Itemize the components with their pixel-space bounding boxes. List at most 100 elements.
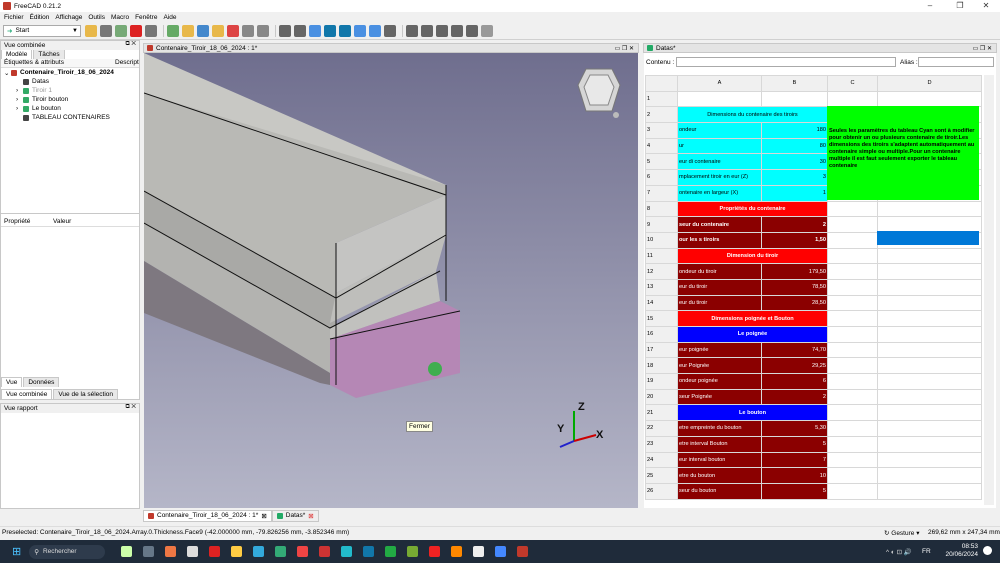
toolbar-icon[interactable]: [115, 24, 127, 37]
alias-input[interactable]: [918, 57, 994, 67]
app-icon[interactable]: [341, 546, 353, 557]
cell[interactable]: [877, 278, 982, 296]
tree-item[interactable]: TABLEAU CONTENAIRES: [1, 113, 139, 122]
menu-item[interactable]: Fichier: [4, 14, 24, 21]
tab-vue-combinee[interactable]: Vue combinée: [1, 389, 53, 399]
cell[interactable]: ontenaire en largeur (X): [677, 184, 762, 202]
cell[interactable]: 2: [761, 388, 828, 406]
menu-item[interactable]: Outils: [88, 14, 105, 21]
navigation-cube[interactable]: [576, 61, 622, 119]
cell[interactable]: ondeur: [677, 122, 762, 139]
cell[interactable]: 2: [761, 216, 828, 233]
app-icon[interactable]: [407, 546, 419, 557]
windows-start-icon[interactable]: ⊞: [12, 545, 21, 558]
cell[interactable]: [827, 216, 878, 233]
cell[interactable]: ur: [677, 137, 762, 155]
row-header[interactable]: 12: [645, 263, 678, 280]
cell[interactable]: [827, 357, 878, 375]
column-header[interactable]: D: [877, 75, 982, 92]
cell[interactable]: [827, 482, 878, 500]
cell[interactable]: 7: [761, 451, 828, 469]
tree-item[interactable]: ⌄ Contenaire_Tiroir_18_06_2024: [1, 68, 139, 77]
toolbar-icon[interactable]: [339, 24, 351, 37]
cell[interactable]: [827, 341, 878, 359]
cell[interactable]: [877, 388, 982, 406]
column-header[interactable]: B: [761, 75, 828, 92]
cell[interactable]: [877, 357, 982, 375]
cell[interactable]: etre empreinte du bouton: [677, 420, 762, 437]
cell[interactable]: 29,25: [761, 357, 828, 375]
cell[interactable]: 30: [761, 153, 828, 171]
cell[interactable]: mplacement tiroir en eur (Z): [677, 169, 762, 186]
close-icon[interactable]: ✕: [972, 0, 1000, 12]
tab-taches[interactable]: Tâches: [33, 49, 65, 59]
toolbar-icon[interactable]: [406, 24, 418, 37]
cell[interactable]: 5: [761, 435, 828, 453]
cell[interactable]: [827, 294, 878, 312]
row-header[interactable]: 14: [645, 294, 678, 312]
cell[interactable]: 180: [761, 122, 828, 139]
row-header[interactable]: 10: [645, 231, 678, 249]
column-header[interactable]: A: [677, 75, 762, 92]
toolbar-icon[interactable]: [421, 24, 433, 37]
excel-icon[interactable]: [385, 546, 397, 557]
contenu-input[interactable]: [676, 57, 896, 67]
3d-viewport[interactable]: Fermer Z Y X: [144, 53, 638, 508]
navigation-style[interactable]: ↻ Gesture ▾: [884, 529, 919, 537]
cell[interactable]: [877, 90, 982, 108]
toolbar-icon[interactable]: [130, 24, 142, 37]
cell[interactable]: seur du bouton: [677, 482, 762, 500]
cell[interactable]: [877, 310, 982, 327]
workbench-selector[interactable]: ➜ Start ▼: [3, 24, 81, 37]
cell[interactable]: 80: [761, 137, 828, 155]
minimize-icon[interactable]: –: [916, 0, 944, 12]
cell[interactable]: Dimensions du contenaire des tiroirs: [677, 106, 828, 124]
cell[interactable]: ondeur poignée: [677, 373, 762, 390]
vertical-scrollbar[interactable]: [984, 75, 994, 505]
toolbar-icon[interactable]: [197, 24, 209, 37]
toolbar-icon[interactable]: [182, 24, 194, 37]
app-icon[interactable]: [495, 546, 507, 557]
task-view-icon[interactable]: [143, 546, 155, 557]
row-header[interactable]: 7: [645, 184, 678, 202]
selected-cell[interactable]: [877, 231, 979, 245]
row-header[interactable]: 20: [645, 388, 678, 406]
cell[interactable]: 74,70: [761, 341, 828, 359]
cell[interactable]: 3: [761, 169, 828, 186]
app-icon[interactable]: [363, 546, 375, 557]
cell[interactable]: [827, 200, 878, 218]
tab-3d-document[interactable]: Contenaire_Tiroir_18_06_2024 : 1* ⊠: [143, 509, 272, 522]
toolbar-icon[interactable]: [451, 24, 463, 37]
row-header[interactable]: 2: [645, 106, 678, 124]
toolbar-icon[interactable]: [369, 24, 381, 37]
toolbar-icon[interactable]: [242, 24, 254, 37]
tree-item[interactable]: › Tiroir bouton: [1, 95, 139, 104]
cell[interactable]: [827, 90, 878, 108]
cell[interactable]: Dimensions poignée et Bouton: [677, 310, 828, 327]
expand-chevron-icon[interactable]: ›: [16, 96, 23, 103]
tray-icons[interactable]: ^ ◐ ⊡ 🔊: [886, 548, 912, 556]
cell[interactable]: [827, 310, 878, 327]
cell[interactable]: 10: [761, 467, 828, 484]
cell[interactable]: [827, 467, 878, 484]
row-header[interactable]: 25: [645, 467, 678, 484]
toolbar-icon[interactable]: [257, 24, 269, 37]
row-header[interactable]: 17: [645, 341, 678, 359]
toolbar-icon[interactable]: [354, 24, 366, 37]
window-controls-icon[interactable]: ▭ ❐ ✕: [973, 45, 992, 52]
toolbar-icon[interactable]: [309, 24, 321, 37]
cell[interactable]: 179,50: [761, 263, 828, 280]
cell[interactable]: 5,30: [761, 420, 828, 437]
cell[interactable]: 1: [761, 184, 828, 202]
cell[interactable]: [877, 373, 982, 390]
app-icon[interactable]: [165, 546, 177, 557]
cell[interactable]: [877, 467, 982, 484]
toolbar-icon[interactable]: [324, 24, 336, 37]
row-header[interactable]: 16: [645, 326, 678, 343]
cell[interactable]: Dimension du tiroir: [677, 247, 828, 265]
expand-chevron-icon[interactable]: ›: [16, 87, 23, 94]
row-header[interactable]: 23: [645, 435, 678, 453]
cell[interactable]: [827, 373, 878, 390]
cell[interactable]: eur poignée: [677, 341, 762, 359]
row-header[interactable]: 11: [645, 247, 678, 265]
